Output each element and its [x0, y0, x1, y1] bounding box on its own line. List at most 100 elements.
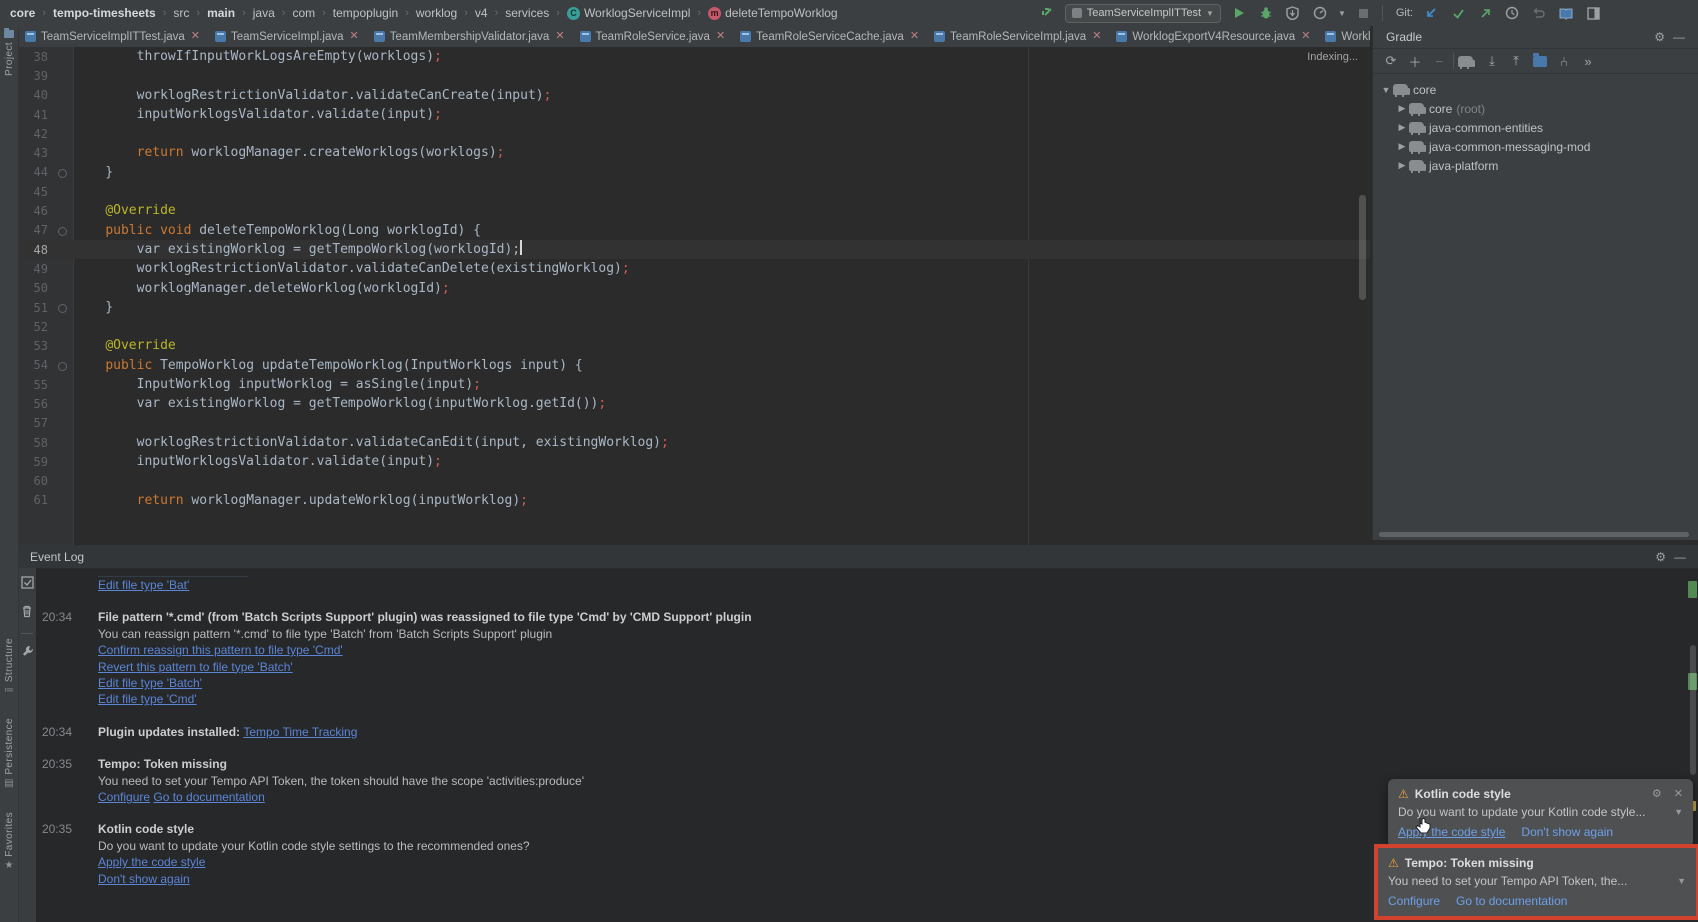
- debug-button[interactable]: [1257, 4, 1275, 22]
- gradle-tree-node[interactable]: ▶java-common-messaging-mod: [1373, 137, 1698, 156]
- fold-marker-icon[interactable]: [58, 362, 67, 371]
- profiler-dropdown-icon[interactable]: ▼: [1338, 9, 1346, 18]
- editor-tab[interactable]: TeamRoleService.java✕: [573, 26, 734, 47]
- breadcrumb-item[interactable]: deleteTempoWorklog: [725, 6, 838, 20]
- gradle-tree-node[interactable]: ▶java-platform: [1373, 156, 1698, 175]
- sidebar-item-favorites[interactable]: Favorites ★: [0, 812, 18, 871]
- close-icon[interactable]: ✕: [1674, 789, 1683, 800]
- code-line[interactable]: 39: [18, 66, 1370, 85]
- breadcrumb-item[interactable]: WorklogServiceImpl: [584, 6, 690, 20]
- mark-all-read-icon[interactable]: [21, 576, 34, 594]
- code-line[interactable]: 53 @Override: [18, 336, 1370, 355]
- editor-tab[interactable]: WorklogExportV4Resource.java✕: [1109, 26, 1318, 47]
- log-link[interactable]: Configure: [98, 790, 150, 804]
- git-update-button[interactable]: [1422, 4, 1440, 22]
- close-tab-icon[interactable]: ✕: [910, 31, 919, 42]
- code-line[interactable]: 41 inputWorklogsValidator.validate(input…: [18, 105, 1370, 124]
- editor-tab[interactable]: TeamServiceImplITTest.java✕: [18, 26, 208, 47]
- code-line[interactable]: 51 }: [18, 298, 1370, 317]
- code-line[interactable]: 43 return worklogManager.createWorklogs(…: [18, 143, 1370, 162]
- gradle-tree-node[interactable]: ▶java-common-entities: [1373, 118, 1698, 137]
- notification-balloon-tempo[interactable]: ⚠ Tempo: Token missing You need to set y…: [1378, 848, 1696, 916]
- breadcrumb-item[interactable]: src: [173, 6, 189, 20]
- gradle-tree-node[interactable]: ▶core(root): [1373, 99, 1698, 118]
- breadcrumb-item[interactable]: java: [253, 6, 275, 20]
- code-line[interactable]: 59 inputWorklogsValidator.validate(input…: [18, 452, 1370, 471]
- code-line[interactable]: 44 }: [18, 163, 1370, 182]
- log-link[interactable]: Apply the code style: [98, 855, 205, 869]
- sources-folder-icon[interactable]: [1533, 56, 1547, 67]
- editor-tab[interactable]: TeamRoleServiceCache.java✕: [733, 26, 927, 47]
- editor-tab[interactable]: TeamRoleServiceImpl.java✕: [927, 26, 1109, 47]
- gradle-horizontal-scrollbar[interactable]: [1379, 532, 1689, 537]
- chevron-right-icon[interactable]: ▶: [1395, 160, 1409, 171]
- profiler-button[interactable]: [1311, 4, 1329, 22]
- run-button[interactable]: [1230, 4, 1248, 22]
- configure-link[interactable]: Configure: [1388, 894, 1440, 908]
- chevron-right-icon[interactable]: ▶: [1395, 103, 1409, 114]
- close-tab-icon[interactable]: ✕: [1301, 31, 1310, 42]
- breadcrumb-item[interactable]: worklog: [416, 6, 457, 20]
- code-line[interactable]: 40 worklogRestrictionValidator.validateC…: [18, 86, 1370, 105]
- close-tab-icon[interactable]: ✕: [350, 31, 359, 42]
- sidebar-item-structure[interactable]: Structure ≔: [0, 638, 18, 696]
- gear-icon[interactable]: ⚙: [1650, 31, 1669, 43]
- code-line[interactable]: 54 public TempoWorklog updateTempoWorklo…: [18, 356, 1370, 375]
- close-tab-icon[interactable]: ✕: [191, 31, 200, 42]
- history-button[interactable]: [1503, 4, 1521, 22]
- dont-show-again-link[interactable]: Don't show again: [1521, 825, 1613, 839]
- code-line[interactable]: 60: [18, 472, 1370, 491]
- code-line[interactable]: 45: [18, 182, 1370, 201]
- chevron-down-icon[interactable]: ▼: [1379, 85, 1393, 95]
- tool-windows-icon[interactable]: [1584, 4, 1602, 22]
- code-line[interactable]: 46 @Override: [18, 201, 1370, 220]
- gradle-tree-node[interactable]: ▼core: [1373, 80, 1698, 99]
- code-line[interactable]: 58 worklogRestrictionValidator.validateC…: [18, 433, 1370, 452]
- chevron-down-icon[interactable]: ▼: [1674, 807, 1683, 817]
- gradle-elephant-icon[interactable]: [1458, 56, 1473, 67]
- code-line[interactable]: 57: [18, 414, 1370, 433]
- gear-icon[interactable]: ⚙: [1652, 789, 1662, 800]
- breadcrumb-item[interactable]: v4: [475, 6, 488, 20]
- fold-marker-icon[interactable]: [58, 227, 67, 236]
- git-commit-button[interactable]: [1449, 4, 1467, 22]
- log-link[interactable]: Edit file type 'Cmd': [98, 692, 197, 706]
- build-icon[interactable]: [1038, 4, 1056, 22]
- close-tab-icon[interactable]: ✕: [1092, 31, 1101, 42]
- clear-all-icon[interactable]: [21, 604, 33, 623]
- chevron-down-icon[interactable]: ▼: [1677, 876, 1686, 886]
- more-actions-chevrons-icon[interactable]: »: [1578, 54, 1598, 69]
- collapse-all-icon[interactable]: ⤒: [1506, 53, 1526, 69]
- editor-tab[interactable]: TeamMembershipValidator.java✕: [367, 26, 573, 47]
- editor-tab[interactable]: TeamServiceImpl.java✕: [208, 26, 367, 47]
- log-link[interactable]: Edit file type 'Batch': [98, 676, 202, 690]
- run-configuration-select[interactable]: TeamServiceImplITTest ▼: [1065, 4, 1221, 23]
- fold-marker-icon[interactable]: [58, 304, 67, 313]
- log-link[interactable]: Revert this pattern to file type 'Batch': [98, 660, 293, 674]
- code-line[interactable]: 52: [18, 317, 1370, 336]
- editor-scrollbar[interactable]: [1359, 195, 1366, 300]
- git-push-button[interactable]: [1476, 4, 1494, 22]
- close-tab-icon[interactable]: ✕: [555, 31, 564, 42]
- code-editor[interactable]: 38 throwIfInputWorkLogsAreEmpty(worklogs…: [18, 47, 1370, 545]
- code-line[interactable]: 49 worklogRestrictionValidator.validateC…: [18, 259, 1370, 278]
- chevron-right-icon[interactable]: ▶: [1395, 122, 1409, 133]
- offline-mode-icon[interactable]: ⑃: [1554, 54, 1574, 69]
- breadcrumb-item[interactable]: services: [505, 6, 549, 20]
- coverage-button[interactable]: [1284, 4, 1302, 22]
- breadcrumb-item[interactable]: tempoplugin: [333, 6, 398, 20]
- log-link[interactable]: Edit file type 'Bat': [98, 578, 189, 592]
- breadcrumb-item[interactable]: tempo-timesheets: [53, 6, 156, 20]
- breadcrumb-item[interactable]: main: [207, 6, 235, 20]
- event-log-scrollbar[interactable]: [1690, 645, 1696, 775]
- gear-icon[interactable]: ⚙: [1651, 551, 1670, 563]
- expand-all-icon[interactable]: ⤓: [1482, 53, 1502, 69]
- minimize-icon[interactable]: —: [1669, 31, 1689, 43]
- code-line[interactable]: 48 var existingWorklog = getTempoWorklog…: [18, 240, 1370, 259]
- breadcrumb[interactable]: core›tempo-timesheets›src›main›java›com›…: [0, 6, 838, 20]
- log-link[interactable]: Tempo Time Tracking: [243, 725, 357, 739]
- notification-balloon-kotlin[interactable]: ⚠ Kotlin code style ⚙ ✕ Do you want to u…: [1388, 779, 1693, 847]
- log-link[interactable]: Confirm reassign this pattern to file ty…: [98, 643, 343, 657]
- code-line[interactable]: 38 throwIfInputWorkLogsAreEmpty(worklogs…: [18, 47, 1370, 66]
- code-line[interactable]: 42: [18, 124, 1370, 143]
